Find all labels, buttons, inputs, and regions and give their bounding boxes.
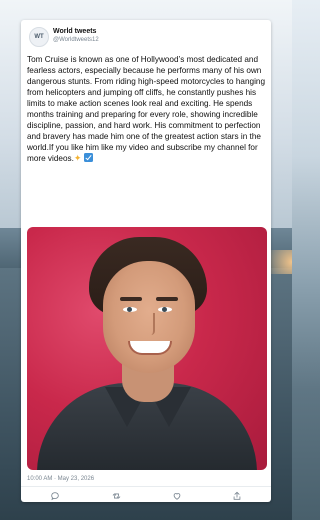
tweet-card: WT World tweets @Worldtweets12 Tom Cruis… — [21, 20, 271, 502]
photo-eye-left — [123, 307, 137, 312]
avatar[interactable]: WT — [29, 27, 49, 47]
avatar-text: WT — [34, 34, 44, 40]
tweet-body: Tom Cruise is known as one of Hollywood’… — [27, 55, 266, 163]
photo-eye-right — [158, 307, 172, 312]
photo-brow-left — [120, 297, 142, 301]
tweet-photo[interactable] — [27, 227, 267, 470]
heart-icon — [172, 491, 182, 501]
account-handle: @Worldtweets12 — [53, 37, 99, 43]
retweet-button[interactable] — [110, 490, 122, 502]
actions-divider — [21, 486, 271, 487]
photo-brow-right — [156, 297, 178, 301]
tweet-timestamp: 10:00 AM · May 23, 2026 — [27, 476, 95, 482]
reply-button[interactable] — [49, 490, 61, 502]
account-name[interactable]: World tweets — [53, 28, 96, 35]
share-icon — [232, 491, 242, 501]
photo-nose — [143, 313, 155, 335]
retweet-icon — [111, 491, 122, 501]
tweet-text: Tom Cruise is known as one of Hollywood’… — [27, 54, 267, 164]
reply-icon — [50, 491, 60, 501]
sparkle-icon: ✦ — [73, 153, 82, 163]
tweet-header: WT World tweets @Worldtweets12 — [27, 26, 265, 48]
like-button[interactable] — [171, 490, 183, 502]
share-button[interactable] — [231, 490, 243, 502]
check-mark-icon — [83, 153, 93, 162]
tweet-actions — [21, 488, 271, 502]
